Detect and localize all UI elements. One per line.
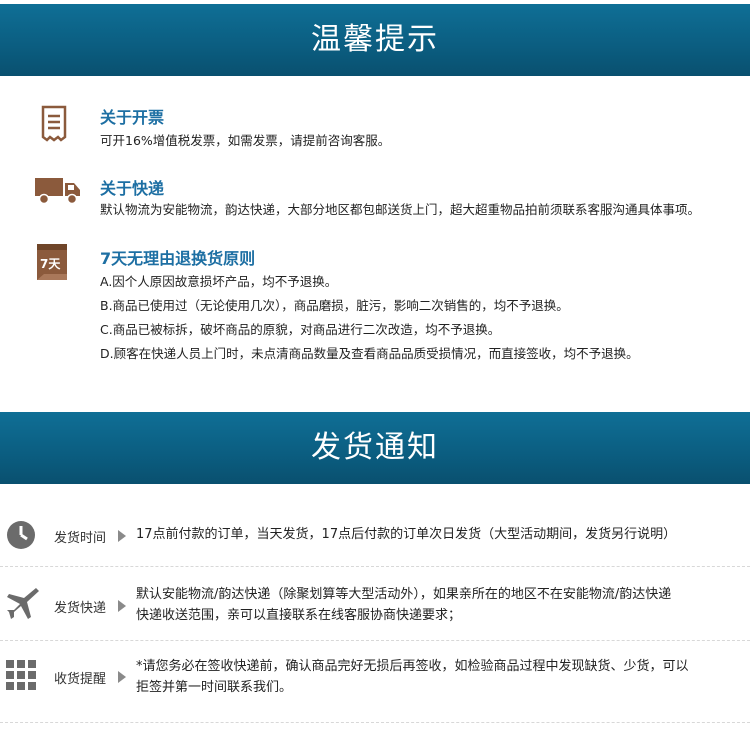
- tip-invoice: 关于开票 可开16%增值税发票，如需发票，请提前咨询客服。: [0, 100, 750, 150]
- tip-text: 默认物流为安能物流，韵达快递，大部分地区都包邮送货上门，超大超重物品拍前须联系客…: [100, 202, 701, 217]
- tip-title: 关于开票: [100, 108, 165, 127]
- receive-reminder-row: 收货提醒 *请您务必在签收快递前，确认商品完好无损后再签收，如检验商品过程中发现…: [0, 654, 750, 702]
- row-text: 默认安能物流/韵达快递（除聚划算等大型活动外），如果亲所在的地区不在安能物流/韵…: [136, 584, 671, 626]
- row-text: *请您务必在签收快递前，确认商品完好无损后再签收，如检验商品过程中发现缺货、少货…: [136, 656, 689, 698]
- tip-returns: 7天 7天无理由退换货原则 A.因个人原因故意损坏产品，均不予退换。 B.商品已…: [0, 242, 750, 372]
- row-label: 收货提醒: [54, 672, 107, 687]
- shipping-express-row: 发货快递 默认安能物流/韵达快递（除聚划算等大型活动外），如果亲所在的地区不在安…: [0, 582, 750, 630]
- arrow-right-icon: [118, 600, 126, 612]
- row-text-line: 拒签并第一时间联系我们。: [136, 680, 293, 695]
- row-label: 发货快递: [54, 601, 107, 616]
- tip-text: A.因个人原因故意损坏产品，均不予退换。: [100, 274, 338, 289]
- clock-icon: [6, 520, 36, 554]
- calendar-label: 7天: [40, 257, 61, 271]
- divider: [0, 566, 750, 567]
- divider: [0, 640, 750, 641]
- tip-text: D.顾客在快递人员上门时，未点清商品数量及查看商品品质受损情况，而直接签收，均不…: [100, 346, 639, 361]
- receipt-icon: [34, 104, 82, 146]
- shipping-banner: 发货通知: [0, 412, 750, 484]
- calendar-7-icon: 7天: [34, 242, 82, 284]
- row-text: 17点前付款的订单，当天发货，17点后付款的订单次日发货（大型活动期间，发货另行…: [136, 527, 677, 542]
- row-text-line: 快递收送范围，亲可以直接联系在线客服协商快递要求；: [136, 608, 462, 623]
- row-label: 发货时间: [54, 531, 107, 546]
- tips-banner: 温馨提示: [0, 4, 750, 76]
- row-text-line: *请您务必在签收快递前，确认商品完好无损后再签收，如检验商品过程中发现缺货、少货…: [136, 659, 689, 674]
- truck-icon: [34, 174, 82, 216]
- tip-express: 关于快递 默认物流为安能物流，韵达快递，大部分地区都包邮送货上门，超大超重物品拍…: [0, 172, 750, 222]
- tip-title: 关于快递: [100, 179, 165, 198]
- divider: [0, 722, 750, 723]
- tip-title: 7天无理由退换货原则: [100, 249, 256, 268]
- grid-icon: [6, 660, 36, 694]
- tip-text: 可开16%增值税发票，如需发票，请提前咨询客服。: [100, 133, 391, 148]
- arrow-right-icon: [118, 530, 126, 542]
- row-text-line: 默认安能物流/韵达快递（除聚划算等大型活动外），如果亲所在的地区不在安能物流/韵…: [136, 587, 672, 602]
- tip-text: B.商品已使用过（无论使用几次），商品磨损，脏污，影响二次销售的，均不予退换。: [100, 298, 569, 313]
- tip-text: C.商品已被标拆，破坏商品的原貌，对商品进行二次改造，均不予退换。: [100, 322, 501, 337]
- airplane-icon: [6, 586, 40, 624]
- arrow-right-icon: [118, 671, 126, 683]
- shipping-time-row: 发货时间 17点前付款的订单，当天发货，17点后付款的订单次日发货（大型活动期间…: [0, 520, 750, 554]
